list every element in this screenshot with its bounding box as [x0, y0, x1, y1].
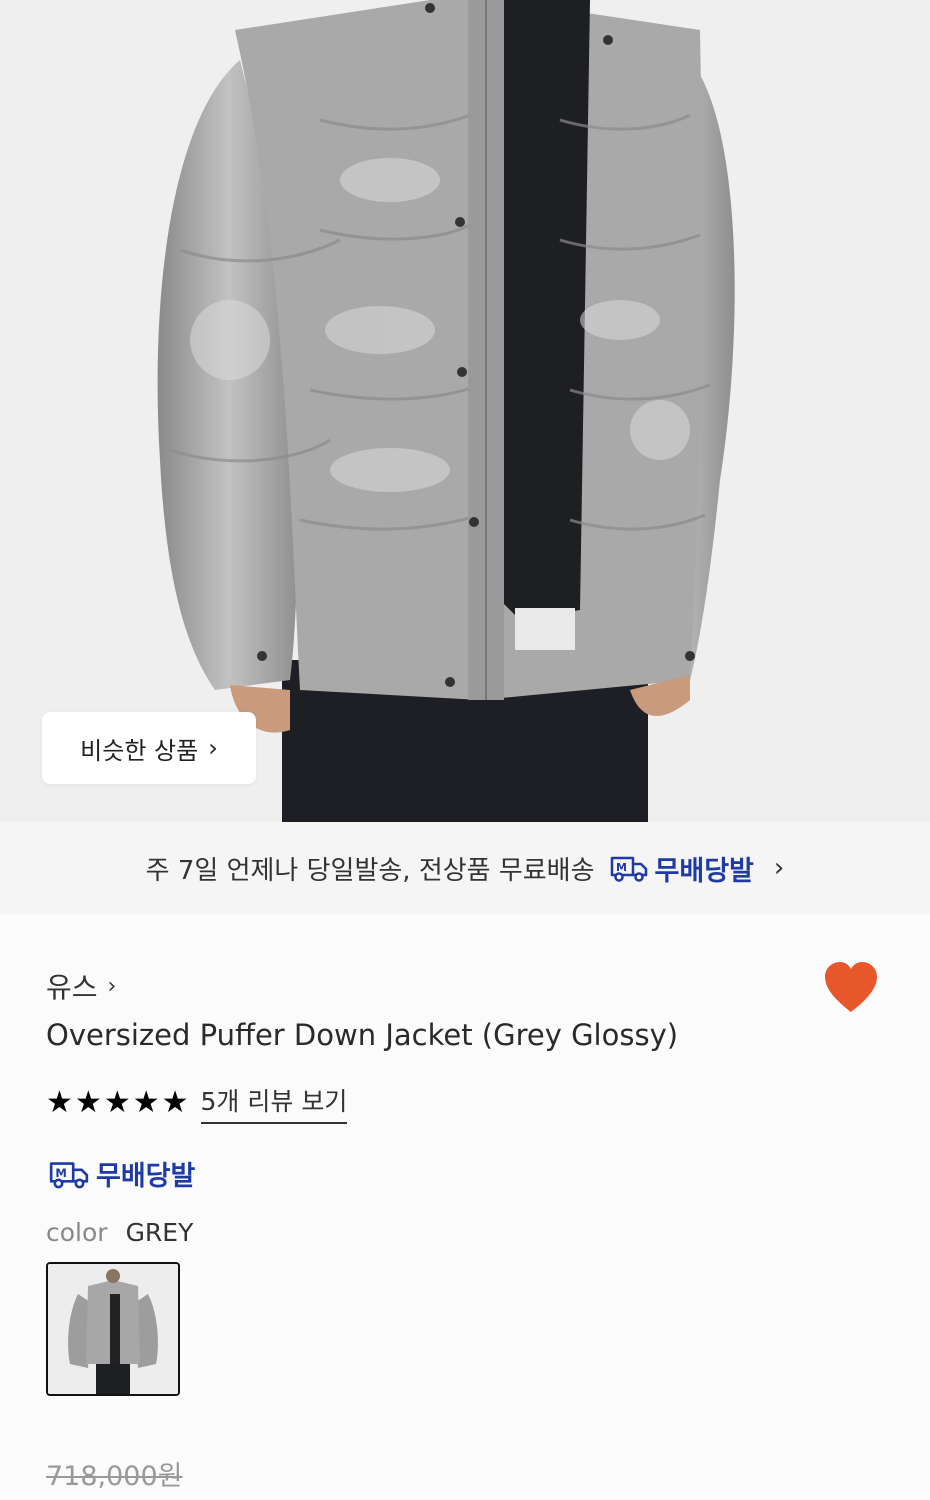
similar-products-button[interactable]: 비슷한 상품 ›: [42, 712, 256, 784]
star-icon: ★: [46, 1085, 73, 1120]
wishlist-heart-icon[interactable]: [822, 960, 880, 1014]
chevron-right-icon: ›: [208, 734, 218, 762]
svg-text:M: M: [55, 1166, 66, 1180]
star-rating: ★ ★ ★ ★ ★: [46, 1088, 189, 1118]
view-reviews-link[interactable]: 5개 리뷰 보기: [200, 1082, 348, 1124]
mubae-badge-label: 무배당발: [96, 1161, 196, 1192]
similar-products-label: 비슷한 상품: [80, 736, 199, 765]
color-swatch-grey[interactable]: [46, 1262, 180, 1396]
puffer-jacket-photo: [0, 0, 930, 822]
star-icon: ★: [103, 1085, 131, 1120]
shipping-banner[interactable]: 주 7일 언제나 당일발송, 전상품 무료배송 M 무배당발 ›: [0, 822, 930, 914]
star-icon: ★: [132, 1085, 160, 1120]
brand-link[interactable]: 유스 ›: [46, 966, 116, 1006]
shipping-banner-text: 주 7일 언제나 당일발송, 전상품 무료배송: [145, 855, 595, 886]
color-row: color GREY: [46, 1218, 193, 1247]
color-label: color: [46, 1218, 108, 1247]
brand-name: 유스: [46, 971, 98, 1004]
chevron-right-icon: ›: [107, 973, 117, 999]
swatch-thumbnail: [48, 1264, 178, 1394]
star-icon: ★: [161, 1085, 189, 1120]
mubae-badge: M 무배당발: [609, 849, 754, 888]
product-hero-image[interactable]: 비슷한 상품 ›: [0, 0, 930, 822]
color-value: GREY: [125, 1218, 194, 1247]
chevron-right-icon: ›: [773, 853, 785, 883]
product-title: Oversized Puffer Down Jacket (Grey Gloss…: [46, 1018, 679, 1052]
rating-row: ★ ★ ★ ★ ★ 5개 리뷰 보기: [46, 1082, 348, 1124]
mubae-badge-label: 무배당발: [654, 855, 754, 887]
delivery-truck-icon: M: [49, 1161, 89, 1188]
star-icon: ★: [74, 1085, 102, 1120]
original-price: 718,000원: [46, 1461, 183, 1492]
svg-text:M: M: [616, 861, 627, 874]
delivery-truck-icon: M: [610, 856, 647, 882]
product-info: 유스 › Oversized Puffer Down Jacket (Grey …: [0, 914, 930, 1500]
mubae-badge: M 무배당발: [48, 1154, 195, 1194]
